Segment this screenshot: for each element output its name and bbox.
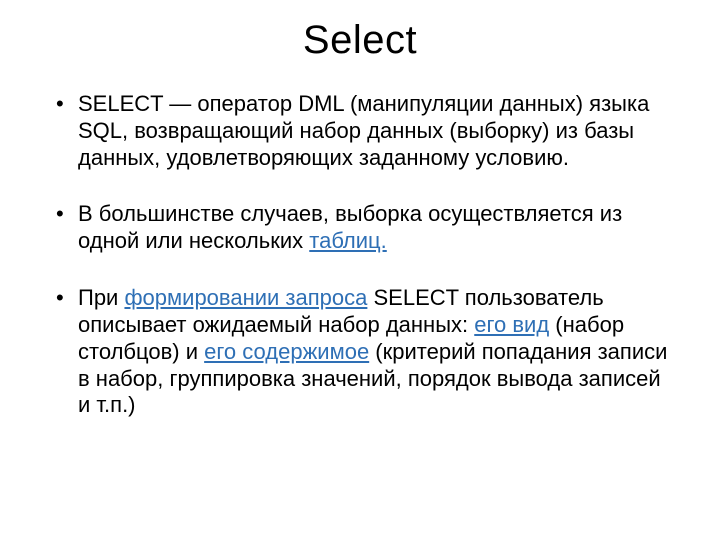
hyperlink-text[interactable]: его вид (474, 312, 549, 337)
bullet-item: При формировании запроса SELECT пользова… (50, 285, 670, 419)
slide-title: Select (50, 18, 670, 63)
body-text: SELECT — оператор DML (манипуляции данны… (78, 91, 649, 170)
slide: Select SELECT — оператор DML (манипуляци… (0, 0, 720, 540)
hyperlink-text[interactable]: формировании запроса (124, 285, 367, 310)
bullet-item: SELECT — оператор DML (манипуляции данны… (50, 91, 670, 171)
bullet-list: SELECT — оператор DML (манипуляции данны… (50, 91, 670, 419)
hyperlink-text[interactable]: таблиц. (309, 228, 387, 253)
bullet-item: В большинстве случаев, выборка осуществл… (50, 201, 670, 255)
hyperlink-text[interactable]: его содержимое (204, 339, 369, 364)
body-text: При (78, 285, 124, 310)
